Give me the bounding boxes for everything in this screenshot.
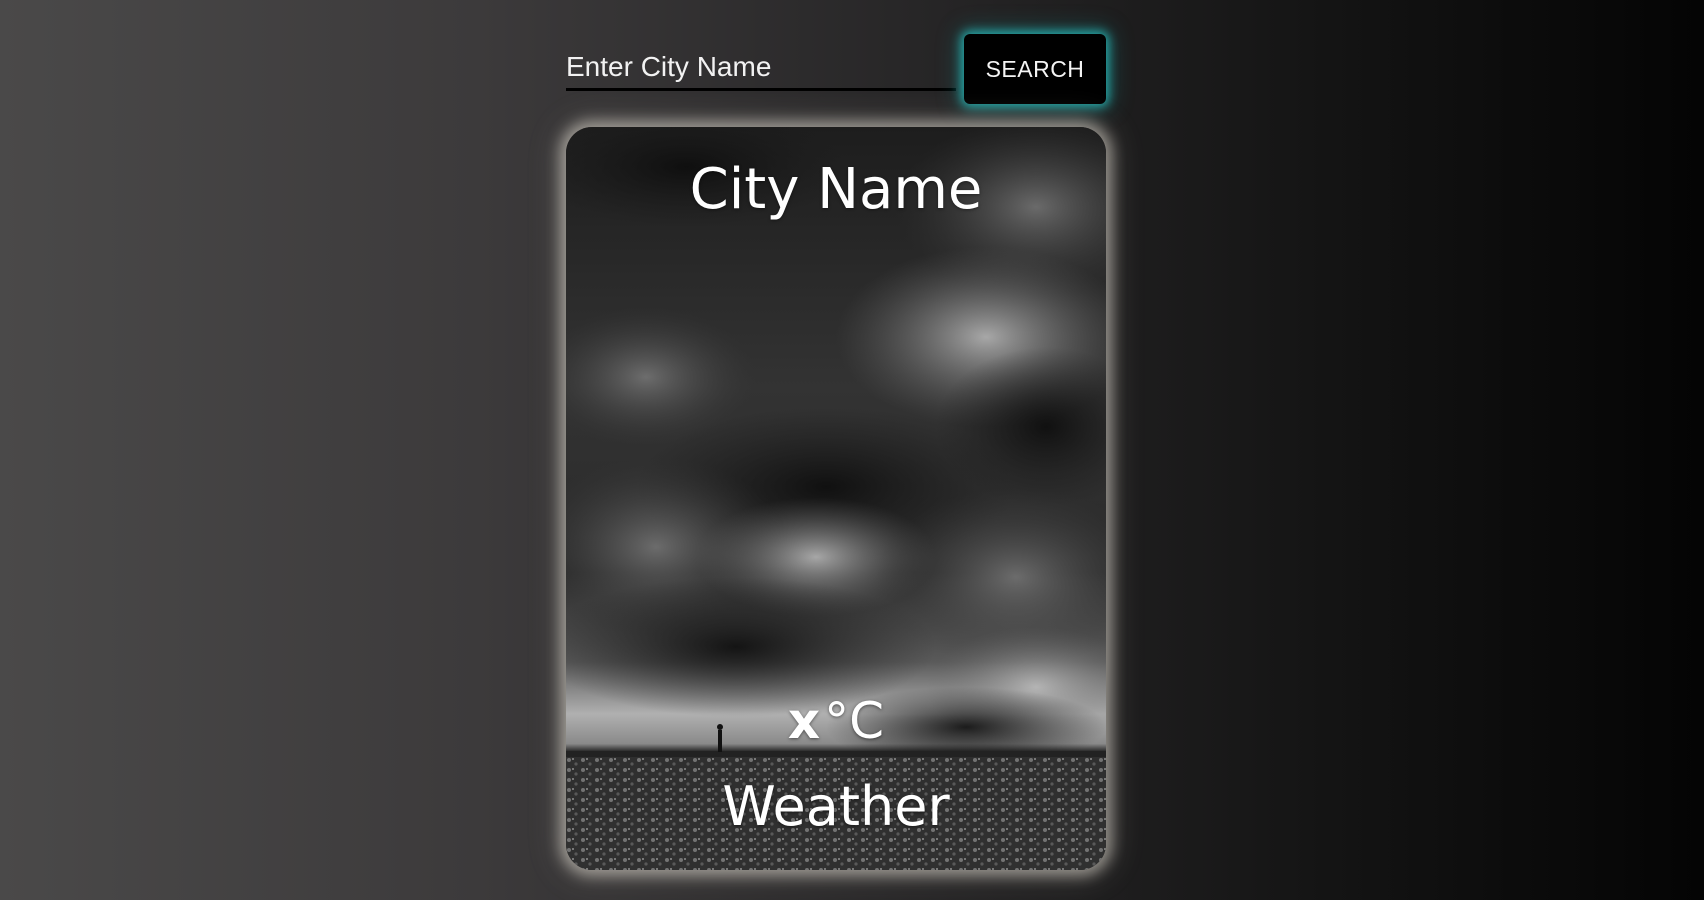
temperature-value: x (787, 692, 821, 750)
storm-landscape-image (566, 127, 1106, 870)
city-search-input[interactable] (566, 46, 956, 91)
temperature-unit: °C (824, 692, 885, 750)
weather-card: City Name x°C Weather (566, 127, 1106, 870)
weather-description: Weather (722, 775, 950, 838)
search-button[interactable]: SEARCH (964, 34, 1106, 104)
city-name-heading: City Name (689, 157, 983, 222)
search-bar: SEARCH (566, 34, 1106, 104)
temperature-display: x°C (566, 692, 1106, 750)
